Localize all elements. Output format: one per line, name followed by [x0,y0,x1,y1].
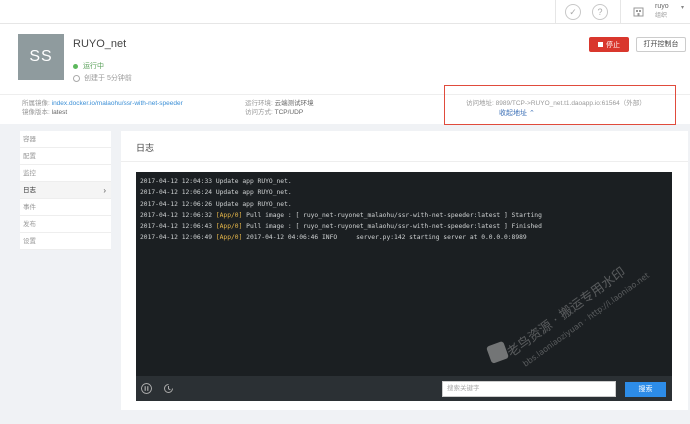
log-tag: [App/0] [215,211,243,219]
log-terminal[interactable]: 2017-04-12 12:04:33 Update app RUYO_net.… [136,172,672,376]
history-icon[interactable] [163,383,174,394]
chevron-down-icon[interactable]: ▾ [681,4,684,11]
log-message: Update app RUYO_net. [215,200,292,208]
sidebar-item-containers[interactable]: 容器 [20,131,111,148]
log-line: 2017-04-12 12:06:32 [App/0] Pull image :… [140,210,542,221]
org-name[interactable]: ruyo [655,3,669,11]
org-icon [633,7,644,17]
open-console-button[interactable]: 打开控制台 [636,37,686,52]
divider [121,161,688,162]
image-link[interactable]: index.docker.io/malaohu/ssr-with-net-spe… [52,100,183,107]
sidebar-item-label: 日志 [23,187,36,194]
sidebar-item-logs[interactable]: 日志 › [20,182,111,199]
env-value: 云端测试环境 [274,100,314,107]
image-version-info: 镜像版本: latest [22,108,67,117]
sidebar-item-events[interactable]: 事件 [20,199,111,216]
log-timestamp: 2017-04-12 12:06:32 [140,211,216,219]
search-input[interactable]: 搜索关键字 [442,381,616,397]
log-message: Update app RUYO_net. [215,178,292,185]
status-dot-icon [73,63,78,69]
access-mode-info: 访问方式: TCP/UDP [245,108,303,117]
panel-title: 日志 [136,143,155,153]
topbar-divider [620,0,621,24]
log-tag: [App/0] [215,234,243,242]
topbar-divider [555,0,556,24]
log-timestamp: 2017-04-12 12:04:33 [140,178,216,185]
status-text: 运行中 [83,63,104,70]
log-tag: [App/0] [215,223,243,231]
log-line: 2017-04-12 12:06:43 [App/0] Pull image :… [140,221,542,232]
compass-icon[interactable]: ✓ [565,4,581,20]
log-message: 2017-04-12 04:06:46 INFO server.py:142 s… [246,234,527,242]
image-label: 所属镜像: [22,100,50,107]
chevron-right-icon: › [103,186,106,195]
log-line: 2017-04-12 12:06:49 [App/0] 2017-04-12 0… [140,232,542,243]
log-message: Pull image : [ ruyo_net-ruyonet_malaohu/… [246,223,542,231]
sidebar-item-release[interactable]: 发布 [20,216,111,233]
log-lines: 2017-04-12 12:04:33 Update app RUYO_net.… [140,176,542,244]
log-timestamp: 2017-04-12 12:06:26 [140,200,216,208]
access-mode-value: TCP/UDP [274,109,304,116]
env-label: 运行环境: [245,100,273,107]
log-line: 2017-04-12 12:06:26 Update app RUYO_net. [140,199,542,210]
avatar: SS [18,34,64,80]
log-message: Pull image : [ ruyo_net-ruyonet_malaohu/… [246,211,542,219]
stop-label: 停止 [606,41,620,49]
created-text: 创建于 5分钟前 [84,75,132,82]
created-time: 创建于 5分钟前 [73,73,132,83]
log-timestamp: 2017-04-12 12:06:43 [140,223,216,231]
status-indicator: 运行中 [73,61,104,71]
top-bar: ✓ ? ruyo 组织 ▾ [0,0,690,24]
log-timestamp: 2017-04-12 12:06:24 [140,189,216,197]
sidebar: 容器 配置 监控 日志 › 事件 发布 设置 [20,131,111,250]
log-line: 2017-04-12 12:04:33 Update app RUYO_net. [140,176,542,187]
sidebar-item-settings[interactable]: 设置 [20,233,111,250]
page-title: RUYO_net [73,38,127,50]
access-mode-label: 访问方式: [245,109,273,116]
stop-button[interactable]: 停止 [589,37,629,52]
highlight-box [444,85,676,125]
env-info: 运行环境: 云端测试环境 [245,99,314,108]
app-header: SS RUYO_net 运行中 创建于 5分钟前 停止 打开控制台 [0,24,690,94]
stop-icon [598,42,603,47]
log-message: Update app RUYO_net. [215,189,292,197]
image-info: 所属镜像: index.docker.io/malaohu/ssr-with-n… [22,99,183,108]
pause-icon[interactable] [141,383,152,394]
search-button[interactable]: 搜索 [625,382,666,397]
sidebar-item-config[interactable]: 配置 [20,148,111,165]
clock-icon [73,74,80,82]
image-version-value: latest [51,109,68,116]
log-timestamp: 2017-04-12 12:06:49 [140,234,216,242]
org-subtitle: 组织 [655,13,668,19]
help-icon[interactable]: ? [592,4,608,20]
sidebar-item-monitor[interactable]: 监控 [20,165,111,182]
log-line: 2017-04-12 12:06:24 Update app RUYO_net. [140,187,542,198]
image-version-label: 镜像版本: [22,109,50,116]
